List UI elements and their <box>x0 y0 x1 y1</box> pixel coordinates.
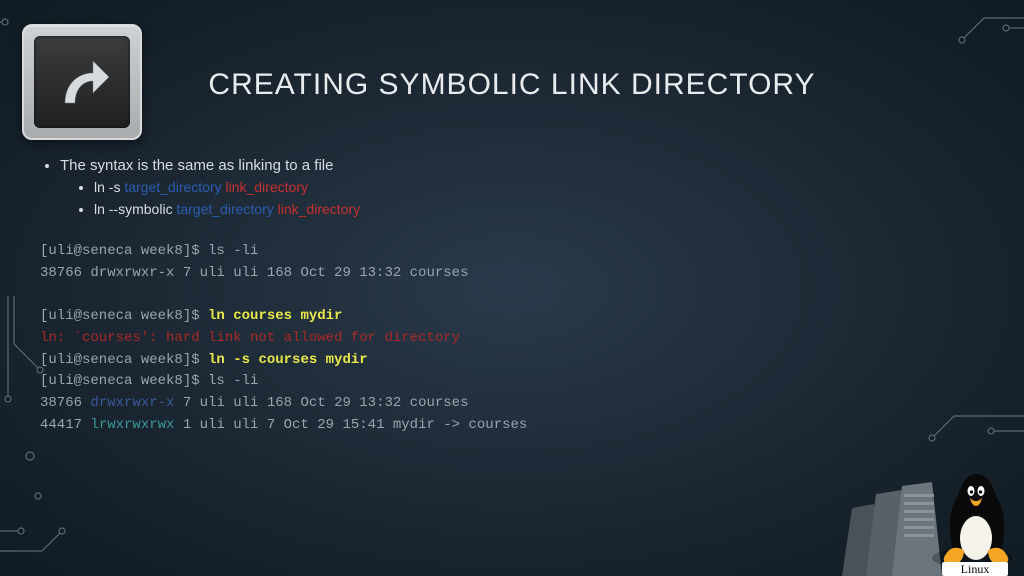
server-rack-icon <box>842 482 942 576</box>
inode: 38766 <box>40 395 90 411</box>
slide-content: The syntax is the same as linking to a f… <box>40 155 984 436</box>
terminal-line: [uli@seneca week8]$ ls -li <box>40 241 984 263</box>
terminal-line: 38766 drwxrwxr-x 7 uli uli 168 Oct 29 13… <box>40 263 984 285</box>
target-arg: target_directory <box>176 201 273 217</box>
terminal-line: [uli@seneca week8]$ ls -li <box>40 371 984 393</box>
command-text: ln -s courses mydir <box>208 352 368 368</box>
arrow-shortcut-icon <box>49 51 115 113</box>
ls-rest: 7 uli uli 168 Oct 29 13:32 courses <box>174 395 468 411</box>
link-arg: link_directory <box>222 179 308 195</box>
bullet-syntax-intro: The syntax is the same as linking to a f… <box>60 155 984 219</box>
perms: drwxrwxr-x <box>90 395 174 411</box>
command-text: ln courses mydir <box>208 308 342 324</box>
link-arg: link_directory <box>274 201 360 217</box>
tux-icon <box>932 474 1012 568</box>
terminal-line: [uli@seneca week8]$ ln -s courses mydir <box>40 350 984 372</box>
ls-rest: 1 uli uli 7 Oct 29 15:41 mydir -> course… <box>174 417 527 433</box>
circuit-decoration <box>904 0 1024 120</box>
prompt: [uli@seneca week8]$ <box>40 352 208 368</box>
prompt: [uli@seneca week8]$ <box>40 308 208 324</box>
slide-title: CREATING SYMBOLIC LINK DIRECTORY <box>154 68 871 102</box>
terminal-line: 38766 drwxrwxr-x 7 uli uli 168 Oct 29 13… <box>40 393 984 415</box>
terminal-error-line: ln: `courses': hard link not allowed for… <box>40 328 984 350</box>
linux-label: Linux <box>961 562 990 576</box>
terminal-line: 44417 lrwxrwxrwx 1 uli uli 7 Oct 29 15:4… <box>40 415 984 437</box>
perms: lrwxrwxrwx <box>90 417 174 433</box>
bullet-ln-s: ln -s target_directory link_directory <box>94 178 984 198</box>
target-arg: target_directory <box>124 179 221 195</box>
cmd-text: ln -s <box>94 179 124 195</box>
linux-logo-group: Linux <box>824 446 1024 576</box>
terminal-output: [uli@seneca week8]$ ls -li 38766 drwxrwx… <box>40 241 984 436</box>
bullet-ln-symbolic: ln --symbolic target_directory link_dire… <box>94 200 984 220</box>
terminal-line: [uli@seneca week8]$ ln courses mydir <box>40 306 984 328</box>
inode: 44417 <box>40 417 90 433</box>
shortcut-icon <box>22 24 142 140</box>
cmd-text: ln --symbolic <box>94 201 176 217</box>
bullet-text: The syntax is the same as linking to a f… <box>60 157 333 174</box>
